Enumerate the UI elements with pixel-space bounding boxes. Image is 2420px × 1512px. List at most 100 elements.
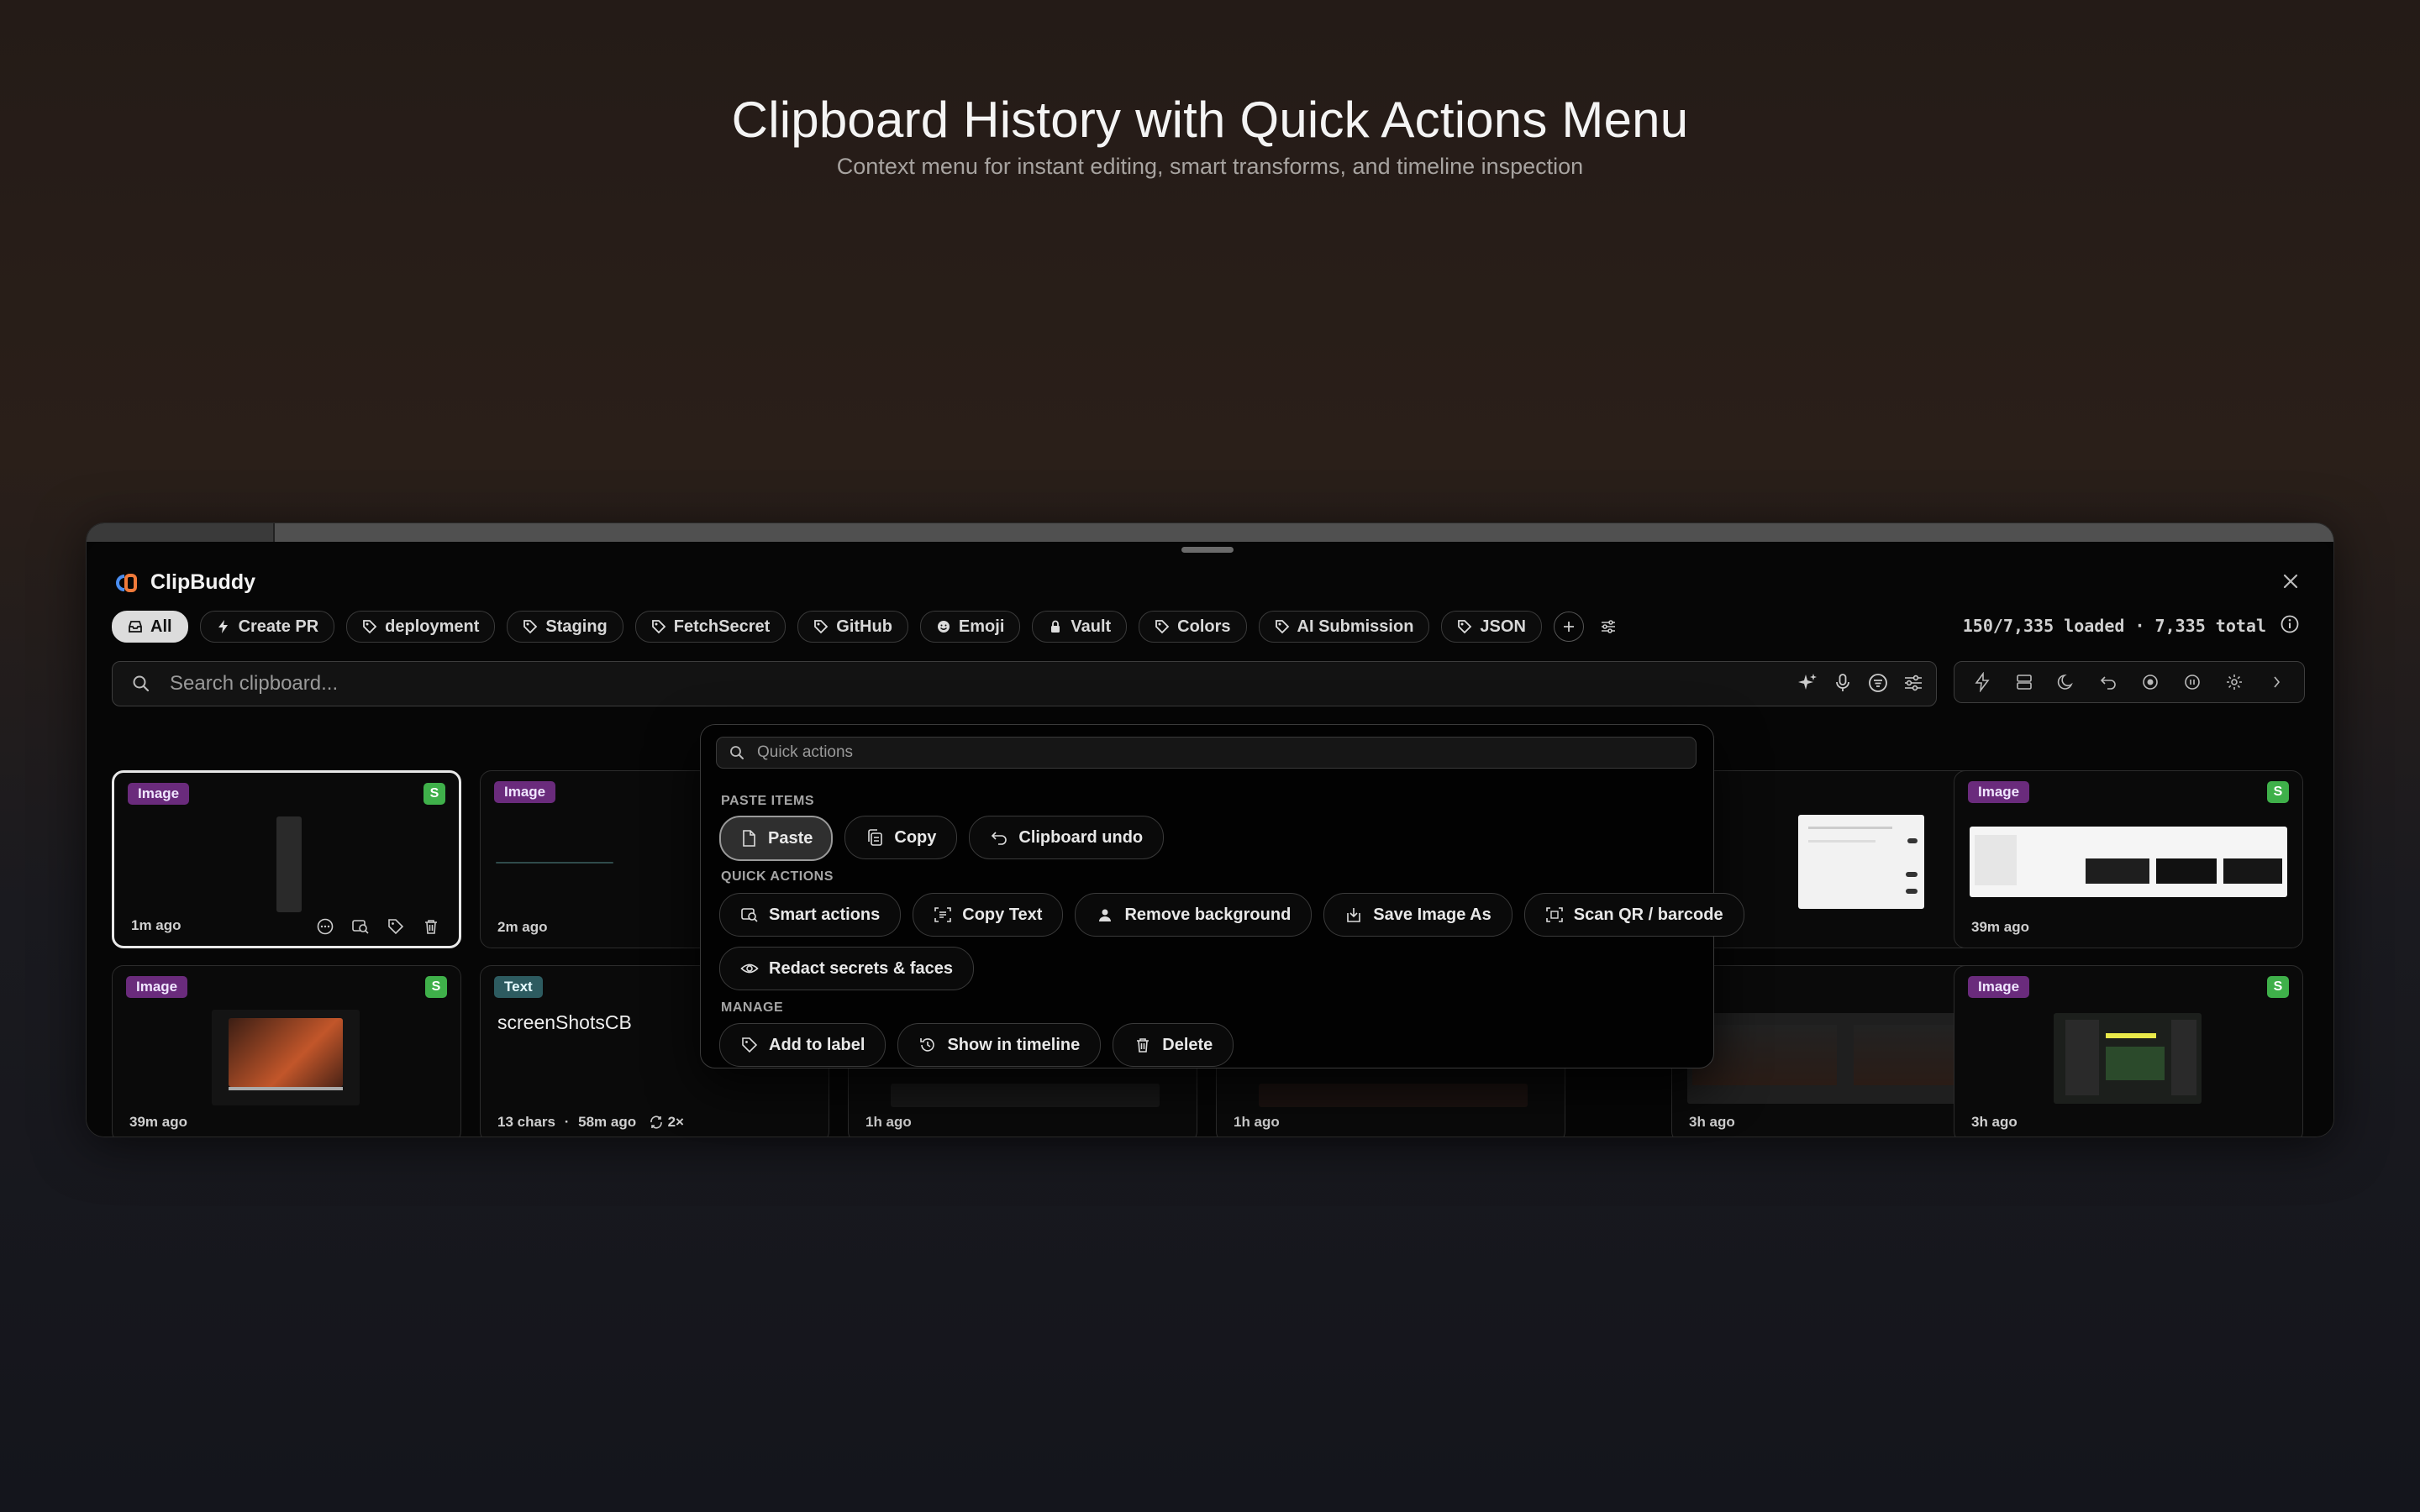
type-badge: Image <box>1968 781 2030 803</box>
type-badge: Image <box>126 976 188 998</box>
undo-icon <box>992 832 1007 845</box>
tag-label: JSON <box>1480 617 1526 636</box>
section-label-quick: QUICK ACTIONS <box>721 869 834 884</box>
clip-card[interactable]: Image S 3h ago <box>1954 965 2303 1137</box>
gear-icon[interactable] <box>2224 672 2244 692</box>
tag-github[interactable]: GitHub <box>797 611 908 643</box>
tag-filter-bar: All Create PR deployment Staging FetchSe… <box>112 611 1621 643</box>
tag-deployment[interactable]: deployment <box>346 611 496 643</box>
copy-button[interactable]: Copy <box>844 816 958 859</box>
tag-label: Vault <box>1071 617 1112 636</box>
tag-settings-button[interactable] <box>1596 614 1621 639</box>
tag-emoji[interactable]: Emoji <box>919 611 1021 643</box>
clip-timestamp: 39m ago <box>1971 919 2029 935</box>
tag-create-pr[interactable]: Create PR <box>199 611 335 643</box>
tag-fetchsecret[interactable]: FetchSecret <box>634 611 786 643</box>
sparkle-icon[interactable] <box>1797 672 1818 694</box>
person-icon <box>1099 909 1112 921</box>
copy-text-button[interactable]: Copy Text <box>913 893 1064 937</box>
redact-secrets-label: Redact secrets & faces <box>769 958 954 978</box>
manage-actions-row: Add to label Show in timeline Delete <box>719 1023 1234 1067</box>
tag-all[interactable]: All <box>112 611 188 643</box>
clip-timestamp: 1h ago <box>865 1114 912 1130</box>
tag-icon <box>523 620 538 634</box>
tag-label: GitHub <box>836 617 892 636</box>
redact-secrets-button[interactable]: Redact secrets & faces <box>719 947 975 990</box>
clip-timestamp: 2m ago <box>497 919 548 935</box>
tag-json[interactable]: JSON <box>1441 611 1542 643</box>
tag-icon <box>814 620 829 634</box>
remove-background-button[interactable]: Remove background <box>1075 893 1313 937</box>
tag-label: Staging <box>545 617 608 636</box>
add-tag-button[interactable] <box>1553 612 1584 642</box>
lock-icon <box>1051 620 1060 633</box>
quick-actions-input[interactable] <box>755 743 1683 763</box>
show-in-timeline-button[interactable]: Show in timeline <box>897 1023 1102 1067</box>
add-to-label-button[interactable]: Add to label <box>719 1023 886 1067</box>
clip-card[interactable]: Image S 1m ago <box>112 770 461 948</box>
document-icon <box>743 830 755 847</box>
tag-label: Create PR <box>238 617 319 636</box>
undo-icon[interactable] <box>2098 672 2118 692</box>
clip-card[interactable]: Image S 39m ago <box>112 965 461 1137</box>
clip-thumbnail <box>496 862 613 864</box>
repeat-icon <box>650 1116 662 1129</box>
tag-icon[interactable] <box>387 917 405 936</box>
app-name: ClipBuddy <box>150 570 255 594</box>
copy-text-label: Copy Text <box>962 905 1043 924</box>
smart-actions-button[interactable]: Smart actions <box>719 893 902 937</box>
tag-label: Emoji <box>958 617 1005 636</box>
type-badge: Text <box>494 976 543 998</box>
card-actions <box>316 917 440 936</box>
clip-timestamp: 1h ago <box>1234 1114 1280 1130</box>
tag-vault[interactable]: Vault <box>1032 611 1128 643</box>
scan-qr-button[interactable]: Scan QR / barcode <box>1523 893 1744 937</box>
clip-card[interactable]: Image S 39m ago <box>1954 770 2303 948</box>
tag-icon <box>363 620 377 634</box>
save-image-as-label: Save Image As <box>1373 905 1491 924</box>
clip-meta: 13 chars · 58m ago 2× <box>497 1114 684 1130</box>
history-icon <box>920 1038 935 1052</box>
save-image-as-button[interactable]: Save Image As <box>1323 893 1512 937</box>
info-icon[interactable] <box>2280 614 2300 634</box>
search-input[interactable] <box>168 671 1768 696</box>
pause-icon[interactable] <box>2182 672 2202 692</box>
clip-thumbnail <box>891 1084 1160 1107</box>
window-top-bar <box>87 523 2333 542</box>
chevron-right-icon[interactable] <box>2266 672 2286 692</box>
moon-icon[interactable] <box>2056 672 2076 692</box>
sliders-icon[interactable] <box>1902 672 1924 694</box>
clip-timestamp: 58m ago <box>578 1114 637 1130</box>
delete-label: Delete <box>1162 1035 1213 1054</box>
filter-circle-icon[interactable] <box>1867 672 1889 694</box>
remove-background-label: Remove background <box>1124 905 1292 924</box>
smart-actions-icon[interactable] <box>351 917 370 936</box>
type-badge: Image <box>128 783 190 805</box>
microphone-icon[interactable] <box>1832 672 1854 694</box>
bolt-icon[interactable] <box>1972 672 1992 692</box>
search-icon <box>133 675 150 692</box>
brand: ClipBuddy <box>113 570 255 595</box>
bolt-icon <box>218 620 228 633</box>
stack-icon[interactable] <box>2014 672 2034 692</box>
qr-scan-icon <box>1545 907 1563 922</box>
tag-staging[interactable]: Staging <box>507 611 623 643</box>
smart-actions-label: Smart actions <box>769 905 881 924</box>
tag-ai-submission[interactable]: AI Submission <box>1258 611 1430 643</box>
clipboard-undo-button[interactable]: Clipboard undo <box>969 816 1165 859</box>
tag-icon <box>1458 620 1472 634</box>
drag-handle[interactable] <box>1181 547 1234 553</box>
tag-colors[interactable]: Colors <box>1139 611 1247 643</box>
source-badge: S <box>2267 976 2289 998</box>
close-icon[interactable] <box>2281 572 2300 591</box>
more-icon[interactable] <box>316 917 334 936</box>
trash-icon[interactable] <box>422 917 440 936</box>
eye-icon <box>740 963 759 974</box>
trash-icon <box>1137 1038 1150 1053</box>
delete-button[interactable]: Delete <box>1113 1023 1234 1067</box>
source-badge: S <box>424 783 445 805</box>
record-icon[interactable] <box>2140 672 2160 692</box>
paste-button[interactable]: Paste <box>719 816 834 861</box>
clip-text-preview: screenShotsCB <box>497 1011 632 1033</box>
type-badge: Image <box>494 781 556 803</box>
